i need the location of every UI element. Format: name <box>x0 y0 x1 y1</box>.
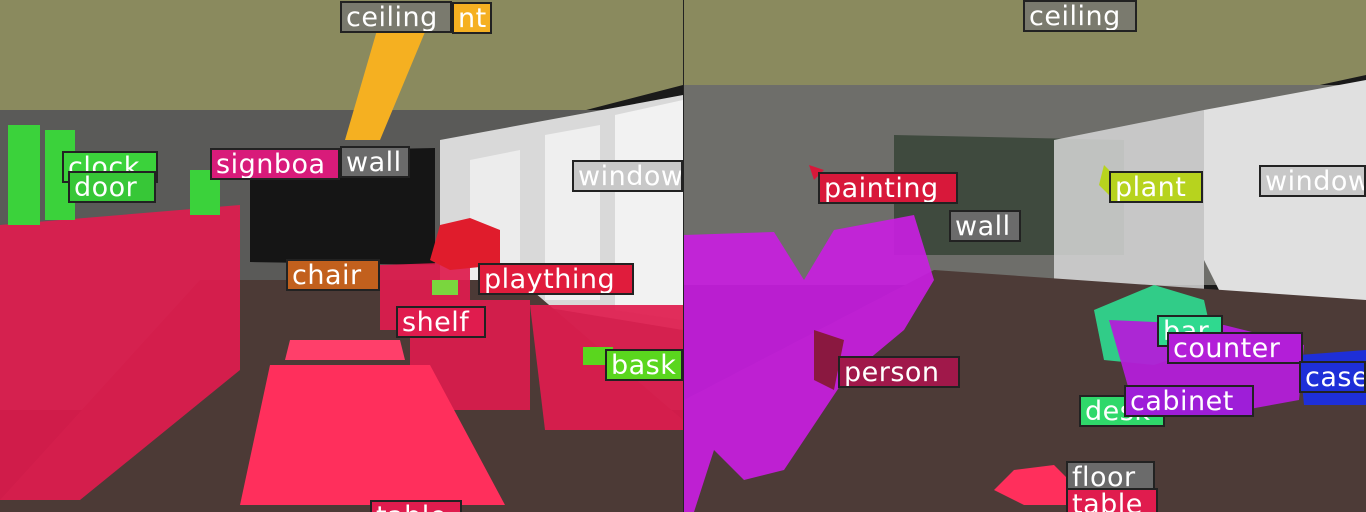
right-scene-image <box>684 0 1366 512</box>
case-label: case <box>1299 361 1366 393</box>
ceiling-label-right: ceiling <box>1023 0 1137 32</box>
counter-label: counter <box>1167 332 1303 364</box>
signboard-label: signboa <box>210 148 340 180</box>
plaything-label: plaything <box>478 263 634 295</box>
light-label-left: nt <box>452 2 492 34</box>
left-segmentation-panel: ceiling nt clock door signboa wall windo… <box>0 0 683 512</box>
painting-label: painting <box>818 172 958 204</box>
shelf-label: shelf <box>396 306 486 338</box>
wall-label-left: wall <box>340 146 410 178</box>
ceiling-label-left: ceiling <box>340 1 452 33</box>
plant-label: plant <box>1109 171 1203 203</box>
person-label: person <box>838 356 960 388</box>
chair-label: chair <box>286 259 380 291</box>
window-label-left: window <box>572 160 683 192</box>
door-label: door <box>68 171 156 203</box>
window-label-right: window <box>1259 165 1366 197</box>
left-scene-image <box>0 0 683 512</box>
table-label-left: table <box>370 500 462 512</box>
right-segmentation-panel: ceiling painting wall plant window bar c… <box>684 0 1366 512</box>
wall-label-right: wall <box>949 210 1021 242</box>
basket-label: bask <box>605 349 683 381</box>
cabinet-label: cabinet <box>1124 385 1254 417</box>
table-label-right: table <box>1066 488 1158 512</box>
